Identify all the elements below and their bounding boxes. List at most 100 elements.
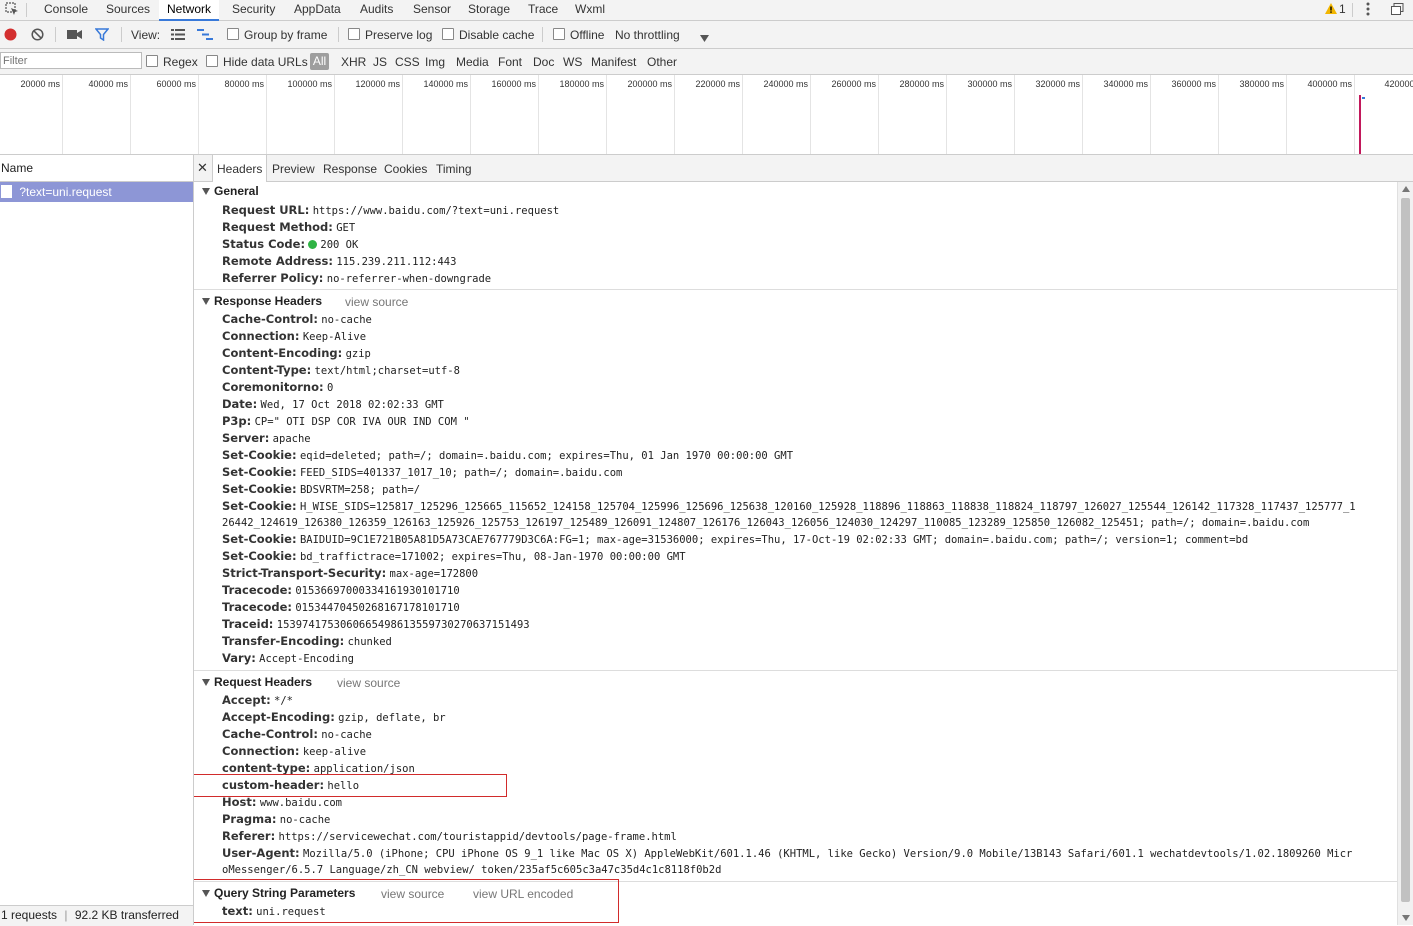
inspect-element-icon[interactable]: [5, 2, 19, 19]
tab-wxml[interactable]: Wxml: [567, 0, 613, 20]
request-headers-title: Request Headers: [214, 675, 313, 689]
tab-sources[interactable]: Sources: [98, 0, 158, 20]
scrollbar-thumb[interactable]: [1401, 198, 1410, 902]
timeline-tick-label: 140000 ms: [423, 79, 468, 89]
filter-type-all[interactable]: All: [310, 53, 329, 70]
divider: [194, 289, 1397, 290]
tab-audits[interactable]: Audits: [352, 0, 401, 20]
filter-type-img[interactable]: Img: [425, 55, 445, 69]
screenshot-camera-icon[interactable]: [67, 29, 82, 43]
undock-icon[interactable]: [1391, 3, 1404, 18]
header-value: no-cache: [279, 814, 331, 826]
timeline-tick-label: 300000 ms: [967, 79, 1012, 89]
tab-trace[interactable]: Trace: [520, 0, 566, 20]
timeline-tick-label: 80000 ms: [224, 79, 264, 89]
large-rows-icon[interactable]: [171, 29, 185, 43]
disable-cache-checkbox[interactable]: Disable cache: [442, 28, 534, 42]
filter-type-font[interactable]: Font: [498, 55, 522, 69]
header-key: Set-Cookie:: [222, 532, 297, 546]
header-value: H_WISE_SIDS=125817_125296_125665_115652_…: [299, 501, 1356, 513]
response-headers-section-header[interactable]: Response Headers: [202, 294, 322, 308]
offline-checkbox[interactable]: Offline: [553, 28, 604, 42]
waterfall-icon[interactable]: [197, 29, 213, 43]
request-headers-section-header[interactable]: Request Headers: [202, 675, 312, 689]
filter-type-xhr[interactable]: XHR: [341, 55, 366, 69]
header-row: Traceid: 1539741753060665498613559730270…: [222, 617, 530, 631]
general-section-header[interactable]: General: [202, 184, 259, 198]
tab-network[interactable]: Network: [159, 0, 220, 21]
filter-type-manifest[interactable]: Manifest: [591, 55, 636, 69]
clear-icon[interactable]: [31, 28, 44, 44]
tab-console[interactable]: Console: [36, 0, 96, 20]
divider: [55, 27, 56, 42]
filter-icon[interactable]: [94, 28, 110, 44]
checkbox-box[interactable]: [206, 55, 218, 67]
tab-cookies[interactable]: Cookies: [380, 155, 431, 181]
timeline-gridline: [742, 75, 743, 154]
warning-count: 1: [1339, 2, 1346, 16]
response-view-source-link[interactable]: view source: [345, 295, 408, 309]
header-row: Cache-Control: no-cache: [222, 727, 372, 741]
checkbox-box[interactable]: [227, 28, 239, 40]
tab-preview[interactable]: Preview: [268, 155, 319, 181]
header-key: Host:: [222, 795, 257, 809]
tab-security[interactable]: Security: [224, 0, 283, 20]
header-key: Status Code:: [222, 237, 306, 251]
more-options-icon[interactable]: [1366, 2, 1370, 19]
tab-response[interactable]: Response: [319, 155, 381, 181]
checkbox-box[interactable]: [348, 28, 360, 40]
tab-storage[interactable]: Storage: [460, 0, 518, 20]
warning-icon[interactable]: [1325, 3, 1337, 17]
tab-headers[interactable]: Headers: [212, 155, 268, 182]
timeline-tick-label: 360000 ms: [1171, 79, 1216, 89]
devtools-tab-bar: Console Sources Network Security AppData…: [0, 0, 1413, 21]
header-row: Tracecode: 01536697000334161930101710: [222, 583, 460, 597]
timeline-gridline: [62, 75, 63, 154]
checkbox-box[interactable]: [442, 28, 454, 40]
header-value: Wed, 17 Oct 2018 02:02:33 GMT: [260, 399, 444, 411]
scrollbar[interactable]: [1397, 182, 1413, 925]
header-row: Request URL: https://www.baidu.com/?text…: [222, 203, 559, 217]
header-key: P3p:: [222, 414, 252, 428]
request-row[interactable]: ?text=uni.request: [0, 182, 193, 202]
filter-type-css[interactable]: CSS: [395, 55, 420, 69]
request-view-source-link[interactable]: view source: [337, 676, 400, 690]
header-key: Set-Cookie:: [222, 448, 297, 462]
group-by-frame-checkbox[interactable]: Group by frame: [227, 28, 327, 42]
offline-label: Offline: [570, 28, 605, 42]
tab-timing[interactable]: Timing: [432, 155, 476, 181]
tab-sensor[interactable]: Sensor: [405, 0, 459, 20]
timeline-tick-label: 100000 ms: [287, 79, 332, 89]
timeline-overview[interactable]: 20000 ms 40000 ms 60000 ms 80000 ms 100000 m…: [0, 75, 1413, 155]
header-value: gzip, deflate, br: [338, 712, 446, 724]
chevron-down-icon[interactable]: [700, 31, 709, 45]
header-value: 26442_124619_126380_126359_126163_125926…: [222, 517, 1310, 529]
scroll-down-arrow-icon[interactable]: [1402, 915, 1410, 921]
filter-input[interactable]: [0, 52, 142, 69]
checkbox-box[interactable]: [553, 28, 565, 40]
timeline-tick-label: 160000 ms: [491, 79, 536, 89]
header-key: Pragma:: [222, 812, 277, 826]
tab-appdata[interactable]: AppData: [286, 0, 349, 20]
filter-type-media[interactable]: Media: [456, 55, 489, 69]
close-icon[interactable]: ✕: [197, 160, 208, 176]
header-row: 26442_124619_126380_126359_126163_125926…: [222, 515, 1309, 529]
hide-data-urls-checkbox[interactable]: Hide data URLs: [206, 55, 308, 69]
throttling-select[interactable]: No throttling: [615, 28, 680, 42]
header-row: Host: www.baidu.com: [222, 795, 342, 809]
record-icon[interactable]: [4, 28, 17, 44]
preserve-log-checkbox[interactable]: Preserve log: [348, 28, 432, 42]
filter-type-ws[interactable]: WS: [563, 55, 582, 69]
regex-checkbox[interactable]: Regex: [146, 55, 198, 69]
header-row: Content-Encoding: gzip: [222, 346, 371, 360]
filter-type-doc[interactable]: Doc: [533, 55, 554, 69]
request-list: Name ?text=uni.request 1 requests | 92.2…: [0, 155, 194, 926]
filter-type-js[interactable]: JS: [373, 55, 387, 69]
filter-bar: Regex Hide data URLs All XHR JS CSS Img …: [0, 49, 1413, 75]
checkbox-box[interactable]: [146, 55, 158, 67]
filter-type-other[interactable]: Other: [647, 55, 677, 69]
header-row: Set-Cookie: FEED_SIDS=401337_1017_10; pa…: [222, 465, 622, 479]
scroll-up-arrow-icon[interactable]: [1402, 186, 1410, 192]
header-value: CP=" OTI DSP COR IVA OUR IND COM ": [254, 416, 470, 428]
name-column-header[interactable]: Name: [0, 155, 193, 182]
